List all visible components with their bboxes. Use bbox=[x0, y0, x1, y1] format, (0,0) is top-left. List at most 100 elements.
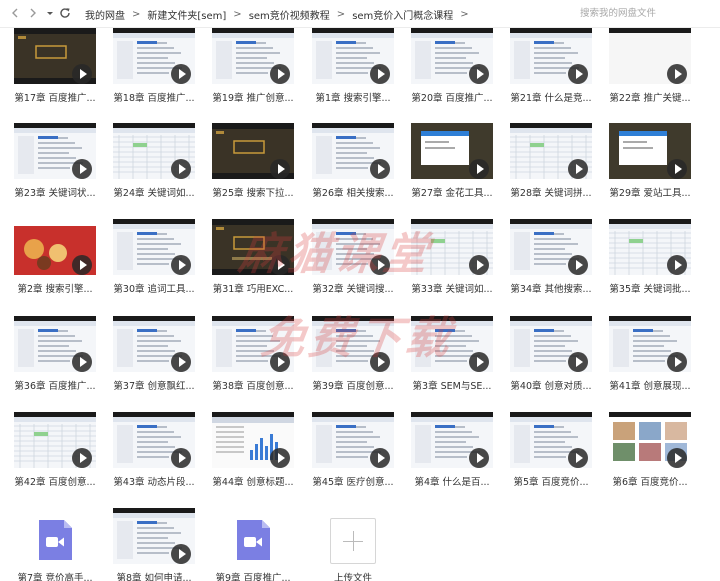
video-thumbnail bbox=[113, 508, 195, 564]
toolbar: 我的网盘 > 新建文件夹[sem] > sem竞价视频教程 > sem竞价入门概… bbox=[0, 0, 720, 28]
file-name: 第6章 百度竞价... bbox=[612, 477, 688, 488]
file-tile[interactable]: 第45章 医疗创意... bbox=[312, 412, 394, 492]
play-icon[interactable] bbox=[72, 255, 92, 275]
play-icon[interactable] bbox=[469, 64, 489, 84]
file-tile[interactable]: 第29章 爱站工具... bbox=[609, 123, 691, 203]
play-icon[interactable] bbox=[270, 64, 290, 84]
play-icon[interactable] bbox=[667, 352, 687, 372]
file-name: 第38章 百度创意... bbox=[212, 381, 294, 392]
forward-button[interactable] bbox=[26, 6, 40, 20]
play-icon[interactable] bbox=[469, 448, 489, 468]
play-icon[interactable] bbox=[568, 159, 588, 179]
file-tile[interactable]: 第30章 追词工具... bbox=[113, 219, 195, 299]
play-icon[interactable] bbox=[270, 159, 290, 179]
back-button[interactable] bbox=[8, 6, 22, 20]
history-dropdown[interactable] bbox=[43, 6, 57, 20]
watermark-line-1: 麻猫课堂 bbox=[235, 229, 435, 280]
file-tile[interactable]: 第28章 关键词拼... bbox=[510, 123, 592, 203]
play-icon[interactable] bbox=[171, 448, 191, 468]
file-tile[interactable]: 第8章 如何申请... bbox=[113, 508, 195, 581]
file-tile[interactable]: 第1章 搜索引擎... bbox=[312, 28, 394, 108]
video-thumbnail bbox=[113, 219, 195, 275]
file-tile[interactable]: 第22章 推广关键... bbox=[609, 28, 691, 108]
play-icon[interactable] bbox=[667, 159, 687, 179]
upload-file-tile[interactable]: 上传文件 bbox=[312, 508, 394, 581]
file-name: 第19章 推广创意... bbox=[212, 93, 294, 104]
play-icon[interactable] bbox=[469, 255, 489, 275]
video-thumbnail bbox=[212, 123, 294, 179]
file-name: 第18章 百度推广... bbox=[113, 93, 195, 104]
play-icon[interactable] bbox=[171, 352, 191, 372]
play-icon[interactable] bbox=[72, 64, 92, 84]
play-icon[interactable] bbox=[667, 448, 687, 468]
file-name: 第7章 竞价高手... bbox=[17, 573, 93, 581]
breadcrumb-item[interactable]: 新建文件夹[sem] bbox=[144, 7, 229, 22]
file-tile[interactable]: 第23章 关键词状... bbox=[14, 123, 96, 203]
file-tile[interactable]: 第44章 创意标题... bbox=[212, 412, 294, 492]
play-icon[interactable] bbox=[171, 255, 191, 275]
file-tile[interactable]: 第25章 搜索下拉... bbox=[212, 123, 294, 203]
play-icon[interactable] bbox=[270, 448, 290, 468]
file-tile[interactable]: 第36章 百度推广... bbox=[14, 316, 96, 396]
file-tile[interactable]: 第42章 百度创意... bbox=[14, 412, 96, 492]
breadcrumb-item[interactable]: sem竞价视频教程 bbox=[246, 7, 333, 22]
file-tile[interactable]: 第2章 搜索引擎... bbox=[14, 219, 96, 299]
file-tile[interactable]: 第4章 什么是百... bbox=[411, 412, 493, 492]
play-icon[interactable] bbox=[370, 64, 390, 84]
play-icon[interactable] bbox=[568, 352, 588, 372]
file-tile[interactable]: 第21章 什么是竞... bbox=[510, 28, 592, 108]
file-name: 第41章 创意展现... bbox=[609, 381, 691, 392]
video-thumbnail bbox=[312, 412, 394, 468]
search-input[interactable]: 搜索我的网盘文件 bbox=[574, 4, 714, 24]
play-icon[interactable] bbox=[72, 352, 92, 372]
file-name: 第25章 搜索下拉... bbox=[212, 188, 294, 199]
file-name: 第27章 金花工具... bbox=[411, 188, 493, 199]
breadcrumb-item[interactable]: sem竞价入门概念课程 bbox=[349, 7, 456, 22]
file-tile[interactable]: 第37章 创意飘红... bbox=[113, 316, 195, 396]
breadcrumb: 我的网盘 > 新建文件夹[sem] > sem竞价视频教程 > sem竞价入门概… bbox=[82, 0, 473, 28]
play-icon[interactable] bbox=[667, 64, 687, 84]
play-icon[interactable] bbox=[171, 159, 191, 179]
file-tile[interactable]: 第27章 金花工具... bbox=[411, 123, 493, 203]
play-icon[interactable] bbox=[171, 544, 191, 564]
file-tile[interactable]: 第26章 相关搜索... bbox=[312, 123, 394, 203]
breadcrumb-item[interactable]: 我的网盘 bbox=[82, 7, 128, 22]
video-thumbnail bbox=[14, 412, 96, 468]
file-tile[interactable]: 第7章 竞价高手... bbox=[14, 508, 96, 581]
dropdown-caret-icon bbox=[47, 12, 53, 15]
play-icon[interactable] bbox=[469, 352, 489, 372]
file-name: 上传文件 bbox=[333, 573, 372, 581]
refresh-button[interactable] bbox=[58, 6, 72, 20]
file-tile[interactable]: 第19章 推广创意... bbox=[212, 28, 294, 108]
file-tile[interactable]: 第34章 其他搜索... bbox=[510, 219, 592, 299]
play-icon[interactable] bbox=[72, 448, 92, 468]
breadcrumb-separator-icon: > bbox=[233, 8, 242, 20]
play-icon[interactable] bbox=[568, 448, 588, 468]
file-tile[interactable]: 第5章 百度竞价... bbox=[510, 412, 592, 492]
play-icon[interactable] bbox=[667, 255, 687, 275]
file-tile[interactable]: 第18章 百度推广... bbox=[113, 28, 195, 108]
file-tile[interactable]: 第35章 关键词批... bbox=[609, 219, 691, 299]
play-icon[interactable] bbox=[72, 159, 92, 179]
video-thumbnail bbox=[14, 123, 96, 179]
file-tile[interactable]: 第24章 关键词如... bbox=[113, 123, 195, 203]
file-tile[interactable]: 第43章 动态片段... bbox=[113, 412, 195, 492]
file-tile[interactable]: 第9章 百度推广... bbox=[212, 508, 294, 581]
file-tile[interactable]: 第17章 百度推广... bbox=[14, 28, 96, 108]
file-name: 第37章 创意飘红... bbox=[113, 381, 195, 392]
play-icon[interactable] bbox=[370, 159, 390, 179]
play-icon[interactable] bbox=[370, 448, 390, 468]
play-icon[interactable] bbox=[171, 64, 191, 84]
play-icon[interactable] bbox=[568, 64, 588, 84]
add-upload-icon[interactable] bbox=[330, 518, 376, 564]
file-tile[interactable]: 第6章 百度竞价... bbox=[609, 412, 691, 492]
play-icon[interactable] bbox=[469, 159, 489, 179]
file-tile[interactable]: 第41章 创意展现... bbox=[609, 316, 691, 396]
video-thumbnail bbox=[609, 219, 691, 275]
video-thumbnail bbox=[609, 316, 691, 372]
file-tile[interactable]: 第20章 百度推广... bbox=[411, 28, 493, 108]
file-tile[interactable]: 第40章 创意对质... bbox=[510, 316, 592, 396]
file-name: 第3章 SEM与SE... bbox=[412, 381, 492, 392]
play-icon[interactable] bbox=[568, 255, 588, 275]
video-thumbnail bbox=[212, 412, 294, 468]
